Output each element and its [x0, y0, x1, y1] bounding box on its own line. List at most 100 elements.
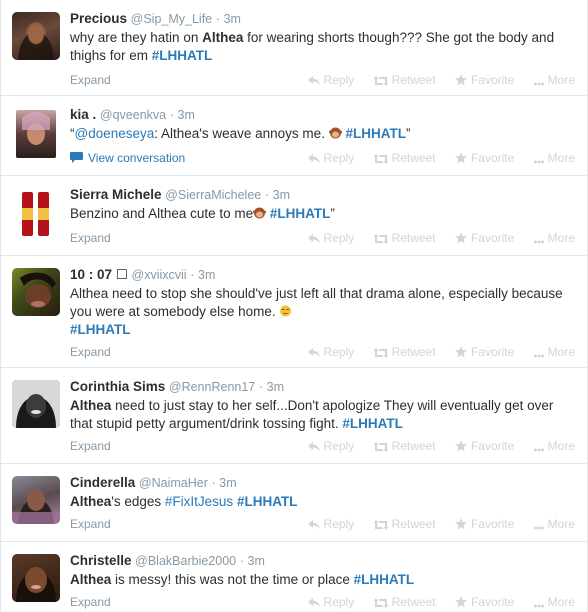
hashtag-link[interactable]: #LHHATL [342, 416, 403, 431]
tweet-footer: Expand Reply Retweet Favorite More [70, 593, 579, 611]
retweet-button[interactable]: Retweet [373, 439, 436, 453]
tweet-content: kia . @qveenkva · 3m “@doeneseya: Althea… [70, 106, 579, 167]
avatar[interactable] [18, 190, 54, 238]
favorite-button[interactable]: Favorite [454, 151, 514, 165]
more-button[interactable]: More [533, 151, 575, 165]
avatar[interactable] [12, 12, 60, 60]
view-conversation-link[interactable]: View conversation [70, 151, 185, 165]
favorite-button[interactable]: Favorite [454, 439, 515, 453]
avatar[interactable] [16, 110, 56, 158]
retweet-button[interactable]: Retweet [373, 345, 436, 359]
display-name[interactable]: Christelle [70, 553, 132, 568]
reply-icon [307, 76, 320, 85]
text-segment: is messy! this was not the time or place [111, 572, 354, 587]
favorite-label: Favorite [470, 345, 515, 359]
retweet-button[interactable]: Retweet [373, 231, 436, 245]
expand-link[interactable]: Expand [70, 345, 111, 359]
expand-link[interactable]: Expand [70, 517, 111, 531]
tweet-content: Cinderella @NaimaHer · 3m Althea's edges… [70, 474, 579, 533]
more-icon [533, 448, 544, 452]
monkey-emoji-icon [328, 127, 342, 139]
timestamp[interactable]: 3m [178, 108, 195, 122]
retweet-button[interactable]: Retweet [373, 151, 436, 165]
display-name[interactable]: Cinderella [70, 475, 135, 490]
hashtag-link[interactable]: #LHHATL [152, 48, 213, 63]
separator: · [258, 380, 264, 394]
retweet-button[interactable]: Retweet [373, 595, 436, 609]
expand-link[interactable]: Expand [70, 439, 111, 453]
tweet[interactable]: Corinthia Sims @RennRenn17 · 3m Althea n… [1, 368, 587, 464]
hashtag-link[interactable]: #LHHATL [270, 206, 331, 221]
username[interactable]: @Sip_My_Life [131, 12, 212, 26]
reply-button[interactable]: Reply [307, 439, 354, 453]
username[interactable]: @SierraMichelee [165, 188, 261, 202]
favorite-button[interactable]: Favorite [454, 345, 515, 359]
tweet[interactable]: Cinderella @NaimaHer · 3m Althea's edges… [1, 464, 587, 542]
more-icon [533, 604, 544, 608]
star-icon [454, 596, 467, 608]
expand-link[interactable]: Expand [70, 595, 111, 609]
avatar[interactable] [12, 554, 60, 602]
tweet[interactable]: Sierra Michele @SierraMichelee · 3m Benz… [1, 176, 587, 256]
display-name[interactable]: 10 : 07 [70, 267, 116, 282]
avatar[interactable] [12, 268, 60, 316]
username[interactable]: @qveenkva [100, 108, 166, 122]
username[interactable]: @BlakBarbie2000 [135, 554, 236, 568]
mention-link[interactable]: @doeneseya [75, 126, 155, 141]
more-label: More [547, 439, 575, 453]
hashtag-link[interactable]: #LHHATL [237, 494, 298, 509]
reply-button[interactable]: Reply [307, 345, 354, 359]
reply-button[interactable]: Reply [307, 231, 354, 245]
timestamp[interactable]: 3m [224, 12, 241, 26]
display-name[interactable]: kia . [70, 107, 96, 122]
hashtag-link[interactable]: #FixItJesus [165, 494, 233, 509]
tweet-content: Sierra Michele @SierraMichelee · 3m Benz… [70, 186, 579, 247]
favorite-button[interactable]: Favorite [454, 517, 514, 531]
timestamp[interactable]: 3m [248, 554, 265, 568]
more-icon [533, 240, 544, 244]
more-button[interactable]: More [533, 231, 575, 245]
avatar[interactable] [12, 380, 60, 428]
expand-link[interactable]: Expand [70, 73, 111, 87]
retweet-label: Retweet [391, 517, 436, 531]
tweet[interactable]: kia . @qveenkva · 3m “@doeneseya: Althea… [1, 96, 587, 176]
favorite-label: Favorite [470, 439, 515, 453]
reply-button[interactable]: Reply [307, 595, 354, 609]
quote-mark: ” [330, 206, 335, 221]
retweet-button[interactable]: Retweet [373, 73, 436, 87]
timestamp[interactable]: 3m [267, 380, 284, 394]
favorite-button[interactable]: Favorite [454, 231, 514, 245]
tweet[interactable]: Precious @Sip_My_Life · 3m why are they … [1, 0, 587, 96]
more-button[interactable]: More [533, 345, 575, 359]
retweet-label: Retweet [391, 345, 436, 359]
username[interactable]: @NaimaHer [139, 476, 208, 490]
avatar[interactable] [12, 476, 60, 524]
username[interactable]: @xviixcvii [132, 268, 187, 282]
timestamp[interactable]: 3m [273, 188, 290, 202]
tweet[interactable]: Christelle @BlakBarbie2000 · 3m Althea i… [1, 542, 587, 612]
timestamp[interactable]: 3m [219, 476, 236, 490]
favorite-button[interactable]: Favorite [454, 595, 514, 609]
separator: · [264, 188, 270, 202]
display-name[interactable]: Corinthia Sims [70, 379, 165, 394]
timestamp[interactable]: 3m [198, 268, 215, 282]
more-button[interactable]: More [533, 73, 575, 87]
display-name[interactable]: Precious [70, 11, 127, 26]
hashtag-link[interactable]: #LHHATL [70, 322, 131, 337]
expand-link[interactable]: Expand [70, 231, 111, 245]
hashtag-link[interactable]: #LHHATL [354, 572, 415, 587]
reply-button[interactable]: Reply [307, 73, 354, 87]
tweet-header: Precious @Sip_My_Life · 3m [70, 10, 579, 28]
reply-button[interactable]: Reply [307, 151, 354, 165]
retweet-button[interactable]: Retweet [373, 517, 436, 531]
favorite-button[interactable]: Favorite [454, 73, 514, 87]
username[interactable]: @RennRenn17 [169, 380, 255, 394]
display-name[interactable]: Sierra Michele [70, 187, 162, 202]
more-label: More [547, 345, 575, 359]
more-button[interactable]: More [533, 439, 575, 453]
reply-button[interactable]: Reply [307, 517, 354, 531]
more-button[interactable]: More [533, 595, 575, 609]
more-button[interactable]: More [533, 517, 575, 531]
hashtag-link[interactable]: #LHHATL [345, 126, 406, 141]
tweet[interactable]: 10 : 07 ☐ @xviixcvii · 3m Althea need to… [1, 256, 587, 368]
